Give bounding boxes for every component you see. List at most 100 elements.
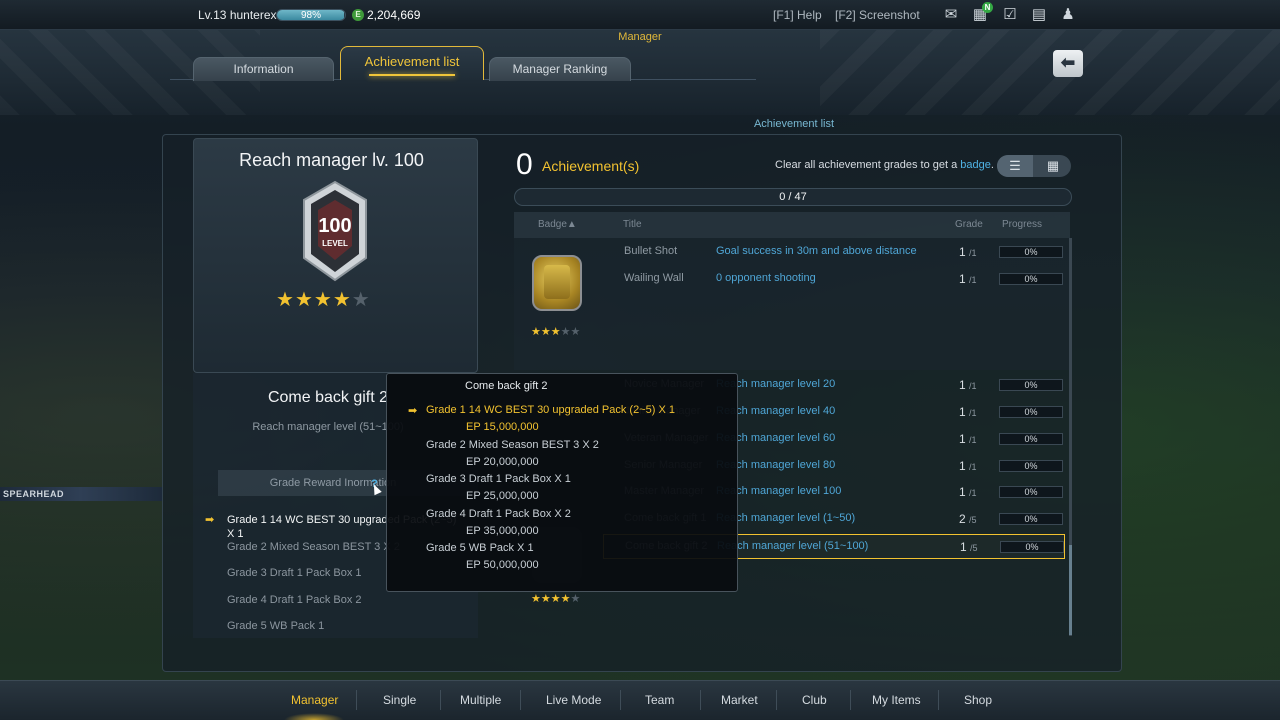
star-filled-icon: ★ [531,326,541,338]
selected-achievement-title: Reach manager lv. 100 [239,150,424,170]
arrow-left-icon: ⬅ [1060,53,1076,72]
list-icon: ☰ [1009,158,1021,173]
achievement-count: 0 [516,148,533,181]
nav-my-items[interactable]: My Items [872,693,921,707]
star-empty-icon: ★ [560,326,571,338]
grade-max: /1 [969,381,977,391]
badge-level-text: LEVEL [322,239,348,248]
reward-ep-cost: EP 15,000,000 [466,421,539,433]
grade-value: 1 [959,245,966,259]
star-filled-icon: ★ [531,593,541,605]
nav-separator [440,690,441,710]
mail-icon[interactable]: ✉ [942,6,960,24]
chat-icon[interactable]: ▤ [1030,6,1048,24]
group2-stars: ★★★★★ [531,592,580,605]
grade-reward-label: Grade 4 Draft 1 Pack Box 2 [227,593,362,606]
list-scrollbar-thumb[interactable] [1069,545,1072,635]
achievement-progress: 0% [999,513,1063,525]
grade-max: /1 [969,275,977,285]
list-view-button[interactable]: ☰ [997,155,1033,177]
column-progress[interactable]: Progress [1002,219,1042,230]
column-grade[interactable]: Grade [955,219,983,230]
achievement-row[interactable]: Bullet Shot Goal success in 30m and above… [616,240,1070,264]
grade-reward-label: Grade 2 Mixed Season BEST 3 X 2 [227,540,400,553]
table-header [514,212,1070,238]
top-status-bar [0,0,1280,30]
grade-value: 1 [959,432,966,446]
nav-multiple[interactable]: Multiple [460,693,501,707]
nav-team[interactable]: Team [645,693,674,707]
nav-single[interactable]: Single [383,693,416,707]
active-nav-glow [284,713,344,720]
achievement-grade: 1 /1 [959,459,977,473]
grid-icon: ▦ [1046,158,1060,173]
badge-link[interactable]: badge [960,159,991,171]
column-title[interactable]: Title [623,219,642,230]
selected-arrow-icon: ➡ [205,514,215,526]
profile-icon[interactable]: ♟ [1059,6,1077,24]
achievement-grade: 2 /5 [959,512,977,526]
grade-max: /1 [969,488,977,498]
group1-stars: ★★★★★ [531,325,580,338]
view-toggle: ☰ ▦ [997,155,1071,177]
new-badge: N [982,2,993,13]
star-filled-icon: ★ [540,593,551,605]
help-hotkey[interactable]: [F1] Help [773,8,822,22]
star-empty-icon: ★ [570,326,581,338]
star-filled-icon: ★ [294,289,314,311]
exp-percent: 98% [300,10,321,21]
reward-name: Grade 5 WB Pack X 1 [426,542,534,555]
achievement-progress: 0% [999,273,1063,285]
star-filled-icon: ★ [550,593,561,605]
reward-name: Grade 3 Draft 1 Pack Box X 1 [426,473,571,486]
achievement-grade: 1 /1 [959,485,977,499]
star-filled-icon: ★ [313,289,333,311]
tab-achievement-list[interactable]: Achievement list [340,46,484,80]
nav-live-mode[interactable]: Live Mode [546,693,601,707]
nav-manager[interactable]: Manager [291,693,338,707]
ep-coin-icon: E [352,9,364,21]
nav-club[interactable]: Club [802,693,827,707]
achievement-row[interactable]: Wailing Wall 0 opponent shooting 0% 1 /1 [616,267,1070,291]
tab-manager-ranking[interactable]: Manager Ranking [489,57,631,81]
screenshot-hotkey[interactable]: [F2] Screenshot [835,8,920,22]
clear-all-text: Clear all achievement grades to get a [775,159,961,171]
section-label: Achievement list [753,118,835,130]
nav-shop[interactable]: Shop [964,693,992,707]
grid-view-button[interactable]: ▦ [1035,155,1071,177]
reward-name: Grade 4 Draft 1 Pack Box X 2 [426,507,571,520]
column-badge[interactable]: Badge▲ [538,219,577,230]
achievement-title: Wailing Wall [624,272,684,284]
reward-name: Grade 2 Mixed Season BEST 3 X 2 [426,438,599,451]
grade-value: 1 [959,405,966,419]
badge-inner [544,265,570,299]
achievement-count-label: Achievement(s) [542,158,640,174]
achievement-progress: 0% [1000,541,1064,553]
ad-text: SPEARHEAD [3,489,65,499]
bottom-navigation [0,680,1280,720]
clear-all-end: . [990,159,994,171]
back-button[interactable]: ⬅ [1053,50,1083,77]
reward-tooltip-title: Come back gift 2 [465,380,548,392]
grade-value: 1 [959,272,966,286]
star-filled-icon: ★ [560,593,571,605]
checklist-icon[interactable]: ☑ [1001,6,1019,24]
nav-market[interactable]: Market [721,693,758,707]
achievement-progress-bar: 0 / 47 [514,188,1072,206]
star-filled-icon: ★ [540,326,551,338]
achievement-grade: 1 /5 [960,540,978,554]
nav-separator [776,690,777,710]
grade-reward-label: Grade 3 Draft 1 Pack Box 1 [227,567,362,580]
reward-ep-cost: EP 35,000,000 [466,524,539,537]
badge-number: 100 [318,215,351,237]
grade-value: 1 [959,459,966,473]
achievement-grade: 1 /1 [959,432,977,446]
tab-information[interactable]: Information [193,57,334,81]
grade-reward-label: Grade 5 WB Pack 1 [227,620,325,633]
nav-separator [700,690,701,710]
reward-ep-cost: EP 25,000,000 [466,490,539,503]
grade-value: 1 [960,540,967,554]
grade-reward-row: Grade 5 WB Pack 1 [205,619,465,646]
grade-max: /1 [969,462,977,472]
grade-value: 1 [959,378,966,392]
